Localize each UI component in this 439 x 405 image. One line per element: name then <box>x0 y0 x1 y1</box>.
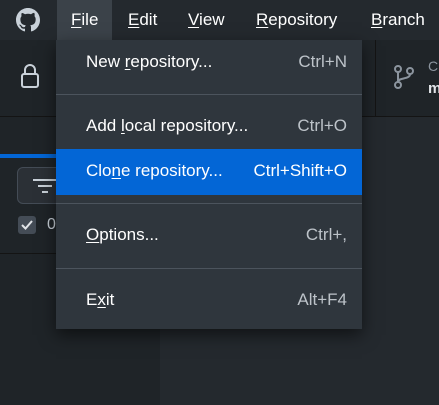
clone-repository-label: Clone repository... <box>86 161 223 181</box>
menu-file[interactable]: File <box>57 0 113 40</box>
menu-edit-rest: dit <box>139 10 158 29</box>
add-local-repository-label: Add local repository... <box>86 116 248 136</box>
label-part: E <box>86 290 98 309</box>
options-shortcut: Ctrl+, <box>305 225 347 244</box>
menu-view[interactable]: View <box>174 0 239 40</box>
menu-edit-accel: E <box>128 10 140 29</box>
menu-item-options[interactable]: Options... Ctrl+, <box>56 213 362 259</box>
label-accel: x <box>97 290 106 309</box>
menu-item-new-repository[interactable]: New repository... Ctrl+N <box>56 40 362 86</box>
menu-item-add-local-repository[interactable]: Add local repository... Ctrl+O <box>56 104 362 150</box>
add-local-repository-shortcut: Ctrl+O <box>297 116 347 135</box>
current-branch-name[interactable]: m <box>428 80 439 97</box>
menu-branch-rest: ranch <box>382 10 425 29</box>
menu-view-accel: V <box>188 10 200 29</box>
menu-edit[interactable]: Edit <box>114 0 171 40</box>
select-all-checkbox[interactable] <box>18 216 36 234</box>
label-accel: O <box>86 225 100 244</box>
clone-repository-shortcut: Ctrl+Shift+O <box>253 161 347 180</box>
menu-file-rest: ile <box>81 10 99 29</box>
menu-item-exit[interactable]: Exit Alt+F4 <box>56 278 362 324</box>
label-part: e repository... <box>120 161 223 180</box>
label-part: it <box>105 290 115 309</box>
exit-shortcut: Alt+F4 <box>297 290 347 309</box>
menu-repository-rest: epository <box>268 10 338 29</box>
title-bar: File Edit View Repository Branch <box>0 0 439 40</box>
label-part: Clo <box>86 161 112 180</box>
exit-label: Exit <box>86 290 114 310</box>
menu-separator <box>56 268 362 269</box>
toolbar-divider <box>375 40 376 116</box>
menu-repository[interactable]: Repository <box>242 0 351 40</box>
github-logo-icon[interactable] <box>16 8 40 32</box>
current-branch-caption: C <box>428 58 439 74</box>
menu-view-rest: iew <box>199 10 225 29</box>
menu-branch[interactable]: Branch <box>357 0 439 40</box>
checkmark-icon <box>21 220 33 230</box>
label-part: epository... <box>130 52 213 71</box>
new-repository-label: New repository... <box>86 52 212 72</box>
label-part: ptions... <box>99 225 159 244</box>
changed-files-count: 0 <box>47 216 56 233</box>
branch-icon[interactable] <box>392 64 416 90</box>
main-content-area <box>376 117 439 405</box>
menu-file-accel: F <box>71 10 82 29</box>
label-part: Add <box>86 116 121 135</box>
menu-separator <box>56 203 362 204</box>
menu-branch-accel: B <box>371 10 383 29</box>
file-menu-dropdown: New repository... Ctrl+N Add local repos… <box>56 40 362 329</box>
menu-repository-accel: R <box>256 10 269 29</box>
menu-separator <box>56 94 362 95</box>
options-label: Options... <box>86 225 159 245</box>
label-part: New <box>86 52 125 71</box>
menu-item-clone-repository[interactable]: Clone repository... Ctrl+Shift+O <box>56 149 362 195</box>
lock-icon[interactable] <box>19 63 41 89</box>
label-part: ocal repository... <box>124 116 249 135</box>
label-accel: n <box>111 161 121 180</box>
new-repository-shortcut: Ctrl+N <box>298 52 347 71</box>
